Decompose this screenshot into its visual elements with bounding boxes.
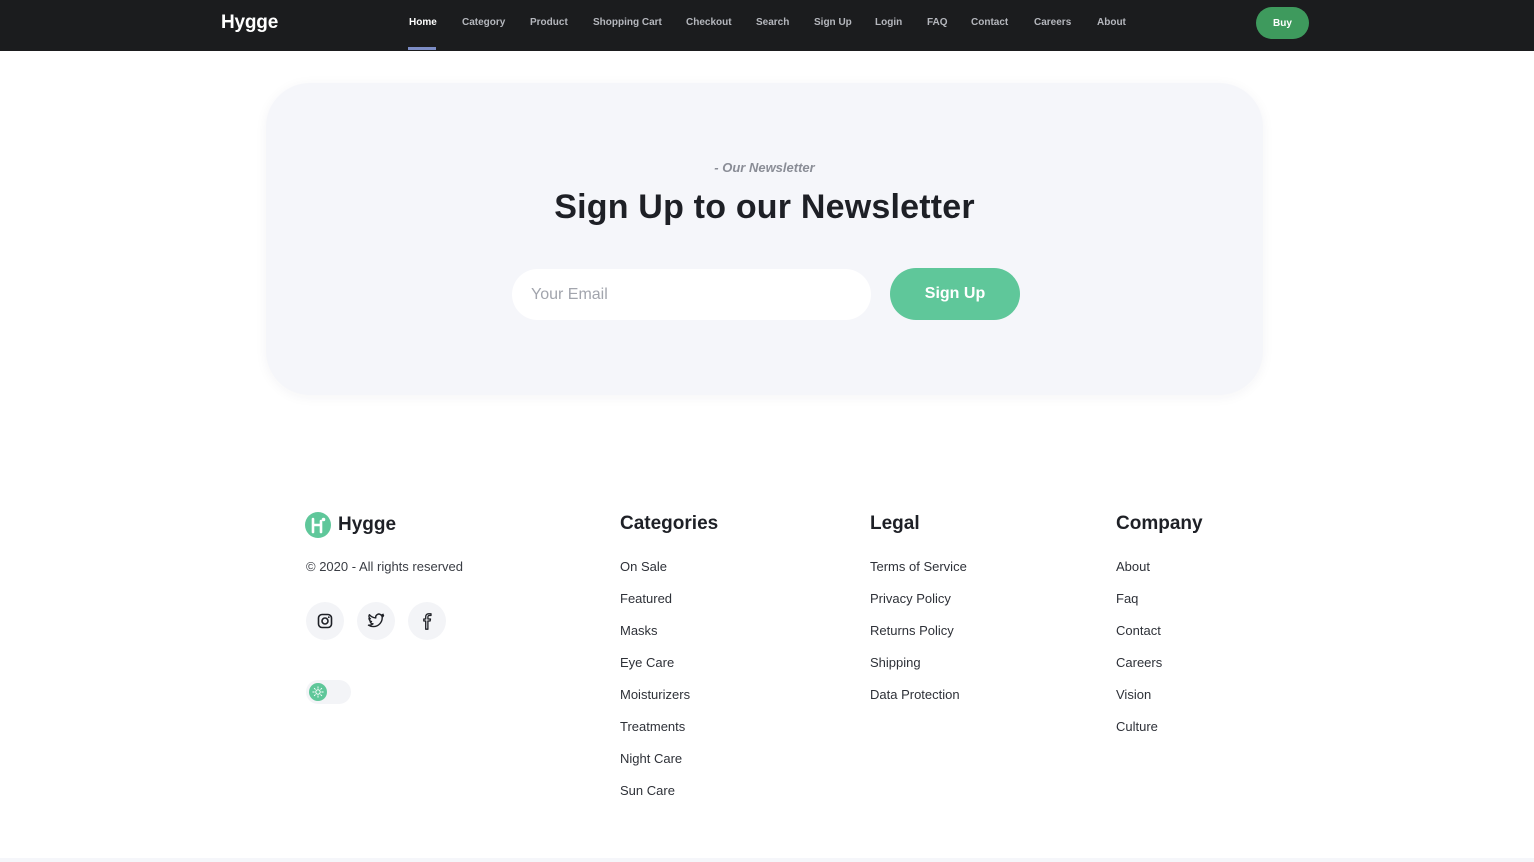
theme-toggle[interactable]	[306, 680, 351, 704]
footer-link-about[interactable]: About	[1116, 559, 1162, 591]
footer-link-careers[interactable]: Careers	[1116, 655, 1162, 687]
footer-link-sun-care[interactable]: Sun Care	[620, 783, 690, 815]
nav-category[interactable]: Category	[462, 17, 505, 28]
nav-about[interactable]: About	[1097, 17, 1126, 28]
footer-link-data-protection[interactable]: Data Protection	[870, 687, 967, 719]
footer-link-masks[interactable]: Masks	[620, 623, 690, 655]
footer-link-culture[interactable]: Culture	[1116, 719, 1162, 751]
brand-logo[interactable]: Hygge	[221, 12, 278, 34]
instagram-icon	[317, 613, 333, 629]
twitter-button[interactable]	[357, 602, 395, 640]
nav-contact[interactable]: Contact	[971, 17, 1008, 28]
footer-legal-list: Terms of Service Privacy Policy Returns …	[870, 559, 967, 719]
nav-home[interactable]: Home	[409, 17, 437, 28]
footer-categories-list: On Sale Featured Masks Eye Care Moisturi…	[620, 559, 690, 815]
theme-toggle-knob	[309, 683, 327, 701]
newsletter-eyebrow: - Our Newsletter	[714, 160, 815, 175]
footer-link-terms[interactable]: Terms of Service	[870, 559, 967, 591]
newsletter-section: - Our Newsletter Sign Up to our Newslett…	[266, 83, 1263, 395]
newsletter-signup-button[interactable]: Sign Up	[890, 268, 1020, 320]
hygge-logo-icon	[305, 512, 331, 538]
footer-link-featured[interactable]: Featured	[620, 591, 690, 623]
footer-link-contact[interactable]: Contact	[1116, 623, 1162, 655]
nav-faq[interactable]: FAQ	[927, 17, 948, 28]
footer-legal-title: Legal	[870, 513, 920, 534]
twitter-icon	[367, 613, 385, 628]
nav-careers[interactable]: Careers	[1034, 17, 1071, 28]
footer-link-faq[interactable]: Faq	[1116, 591, 1162, 623]
nav-shopping-cart[interactable]: Shopping Cart	[593, 17, 662, 28]
instagram-button[interactable]	[306, 602, 344, 640]
footer-company-title: Company	[1116, 513, 1203, 534]
sun-icon	[312, 686, 324, 698]
footer-categories-title: Categories	[620, 513, 719, 534]
nav-login[interactable]: Login	[875, 17, 902, 28]
nav-product[interactable]: Product	[530, 17, 568, 28]
nav-checkout[interactable]: Checkout	[686, 17, 732, 28]
footer-link-returns[interactable]: Returns Policy	[870, 623, 967, 655]
footer-bottom-divider	[0, 858, 1534, 862]
buy-button[interactable]: Buy	[1256, 7, 1309, 39]
footer-link-eye-care[interactable]: Eye Care	[620, 655, 690, 687]
footer-link-moisturizers[interactable]: Moisturizers	[620, 687, 690, 719]
email-input[interactable]	[512, 269, 871, 320]
top-navbar: Hygge Home Category Product Shopping Car…	[0, 0, 1534, 51]
footer-brand-name: Hygge	[338, 514, 397, 535]
nav-search[interactable]: Search	[756, 17, 789, 28]
footer-company-list: About Faq Contact Careers Vision Culture	[1116, 559, 1162, 751]
footer-link-night-care[interactable]: Night Care	[620, 751, 690, 783]
facebook-icon	[423, 612, 432, 630]
footer-link-shipping[interactable]: Shipping	[870, 655, 967, 687]
footer-link-treatments[interactable]: Treatments	[620, 719, 690, 751]
active-nav-indicator	[408, 47, 436, 50]
newsletter-title: Sign Up to our Newsletter	[554, 188, 975, 226]
footer-link-vision[interactable]: Vision	[1116, 687, 1162, 719]
footer-link-on-sale[interactable]: On Sale	[620, 559, 690, 591]
footer-link-privacy[interactable]: Privacy Policy	[870, 591, 967, 623]
nav-sign-up[interactable]: Sign Up	[814, 17, 852, 28]
copyright-text: © 2020 - All rights reserved	[306, 559, 463, 574]
facebook-button[interactable]	[408, 602, 446, 640]
